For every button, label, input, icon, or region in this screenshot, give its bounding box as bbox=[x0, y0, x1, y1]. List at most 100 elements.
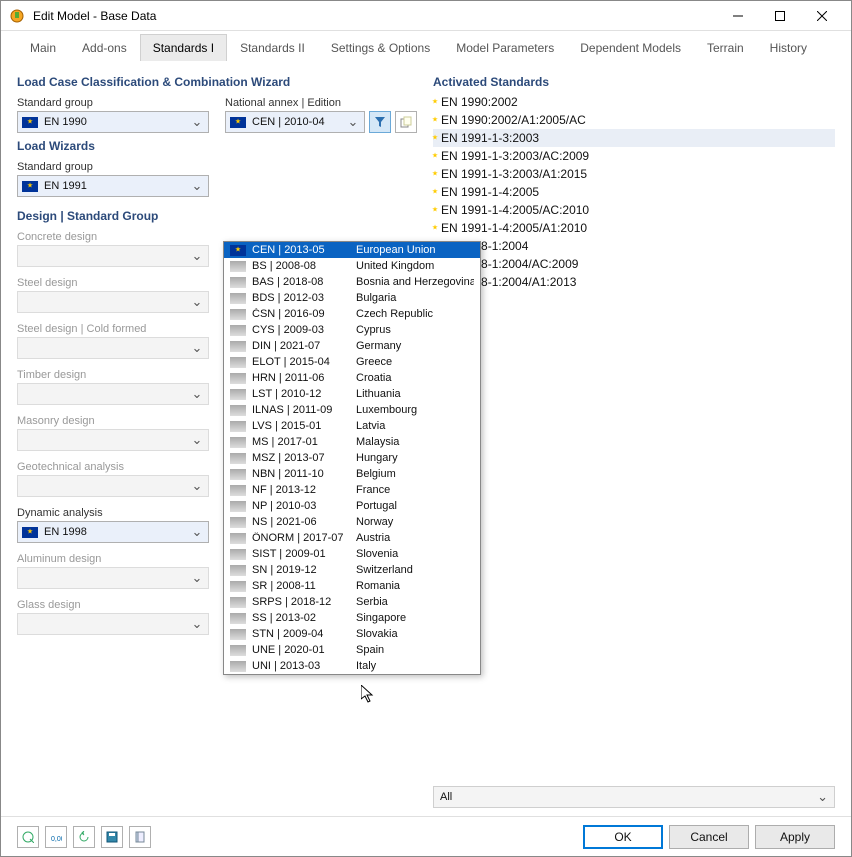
tool-default-button[interactable] bbox=[129, 826, 151, 848]
tool-units-button[interactable]: 0,00 bbox=[45, 826, 67, 848]
lw-standard-combo[interactable]: EN 1991 ⌄ bbox=[17, 175, 209, 197]
activated-standard-item[interactable]: EN 1990:2002/A1:2005/AC bbox=[433, 111, 835, 129]
tool-help-button[interactable] bbox=[17, 826, 39, 848]
flag-icon bbox=[230, 293, 246, 304]
flag-icon bbox=[230, 517, 246, 528]
dropdown-item[interactable]: SR | 2008-11Romania bbox=[224, 578, 480, 594]
chevron-down-icon: ⌄ bbox=[190, 294, 204, 310]
activated-standard-item[interactable]: EN 1991-1-4:2005/AC:2010 bbox=[433, 201, 835, 219]
dropdown-item[interactable]: ÖNORM | 2017-07Austria bbox=[224, 530, 480, 546]
design-group-label: Glass design bbox=[17, 599, 209, 611]
tab-dependent-models[interactable]: Dependent Models bbox=[567, 34, 694, 61]
dropdown-item[interactable]: UNI | 2013-03Italy bbox=[224, 658, 480, 674]
tab-add-ons[interactable]: Add-ons bbox=[69, 34, 140, 61]
filter-button[interactable] bbox=[369, 111, 391, 133]
dropdown-item[interactable]: DIN | 2021-07Germany bbox=[224, 338, 480, 354]
design-group-combo: ⌄ bbox=[17, 291, 209, 313]
design-group-combo[interactable]: EN 1998⌄ bbox=[17, 521, 209, 543]
activated-standards-title: Activated Standards bbox=[433, 75, 835, 89]
design-group-label: Geotechnical analysis bbox=[17, 461, 209, 473]
dropdown-item[interactable]: STN | 2009-04Slovakia bbox=[224, 626, 480, 642]
flag-icon bbox=[230, 421, 246, 432]
chevron-down-icon: ⌄ bbox=[817, 789, 828, 805]
dropdown-item[interactable]: MS | 2017-01Malaysia bbox=[224, 434, 480, 450]
dropdown-item[interactable]: SS | 2013-02Singapore bbox=[224, 610, 480, 626]
design-group-combo: ⌄ bbox=[17, 475, 209, 497]
flag-icon bbox=[230, 357, 246, 368]
dropdown-item[interactable]: NS | 2021-06Norway bbox=[224, 514, 480, 530]
flag-icon bbox=[230, 645, 246, 656]
flag-icon bbox=[230, 341, 246, 352]
dropdown-item[interactable]: UNE | 2020-01Spain bbox=[224, 642, 480, 658]
tool-save-button[interactable] bbox=[101, 826, 123, 848]
copy-button[interactable] bbox=[395, 111, 417, 133]
dropdown-item[interactable]: ČSN | 2016-09Czech Republic bbox=[224, 306, 480, 322]
design-group-combo: ⌄ bbox=[17, 337, 209, 359]
design-group-label: Concrete design bbox=[17, 231, 209, 243]
dropdown-item[interactable]: BDS | 2012-03Bulgaria bbox=[224, 290, 480, 306]
dropdown-item[interactable]: SIST | 2009-01Slovenia bbox=[224, 546, 480, 562]
chevron-down-icon: ⌄ bbox=[190, 432, 204, 448]
dropdown-item[interactable]: BAS | 2018-08Bosnia and Herzegovina bbox=[224, 274, 480, 290]
activated-standard-item[interactable]: EN 1991-1-3:2003/AC:2009 bbox=[433, 147, 835, 165]
design-group-label: Dynamic analysis bbox=[17, 507, 209, 519]
dropdown-item[interactable]: LST | 2010-12Lithuania bbox=[224, 386, 480, 402]
chevron-down-icon: ⌄ bbox=[190, 616, 204, 632]
activated-standard-item[interactable]: EN 1990:2002 bbox=[433, 93, 835, 111]
tab-standards-i[interactable]: Standards I bbox=[140, 34, 227, 61]
activated-standard-item[interactable]: EN 1991-1-3:2003 bbox=[433, 129, 835, 147]
activated-standard-item[interactable]: EN 1991-1-3:2003/A1:2015 bbox=[433, 165, 835, 183]
tool-reset-button[interactable] bbox=[73, 826, 95, 848]
activated-standard-item[interactable]: EN 1998-1:2004 bbox=[433, 237, 835, 255]
standard-group-combo[interactable]: EN 1990 ⌄ bbox=[17, 111, 209, 133]
svg-text:0,00: 0,00 bbox=[51, 836, 62, 843]
dropdown-item[interactable]: NF | 2013-12France bbox=[224, 482, 480, 498]
tab-model-parameters[interactable]: Model Parameters bbox=[443, 34, 567, 61]
activated-standard-item[interactable]: EN 1998-1:2004/A1:2013 bbox=[433, 273, 835, 291]
tab-main[interactable]: Main bbox=[17, 34, 69, 61]
activated-standards-list: EN 1990:2002EN 1990:2002/A1:2005/ACEN 19… bbox=[433, 93, 835, 291]
dropdown-item[interactable]: NBN | 2011-10Belgium bbox=[224, 466, 480, 482]
close-button[interactable] bbox=[801, 1, 843, 31]
dropdown-item[interactable]: ILNAS | 2011-09Luxembourg bbox=[224, 402, 480, 418]
dropdown-item[interactable]: HRN | 2011-06Croatia bbox=[224, 370, 480, 386]
tab-strip: MainAdd-onsStandards IStandards IISettin… bbox=[1, 31, 851, 61]
activated-standard-item[interactable]: EN 1991-1-4:2005 bbox=[433, 183, 835, 201]
national-annex-label: National annex | Edition bbox=[225, 97, 417, 109]
dropdown-item[interactable]: NP | 2010-03Portugal bbox=[224, 498, 480, 514]
dropdown-item[interactable]: ELOT | 2015-04Greece bbox=[224, 354, 480, 370]
minimize-button[interactable] bbox=[717, 1, 759, 31]
national-annex-combo[interactable]: CEN | 2010-04 ⌄ bbox=[225, 111, 365, 133]
section-load-wizards: Load Wizards bbox=[17, 139, 417, 153]
design-group-label: Masonry design bbox=[17, 415, 209, 427]
dropdown-item[interactable]: LVS | 2015-01Latvia bbox=[224, 418, 480, 434]
activated-standard-item[interactable]: EN 1998-1:2004/AC:2009 bbox=[433, 255, 835, 273]
annex-dropdown-popup[interactable]: CEN | 2013-05European UnionBS | 2008-08U… bbox=[223, 241, 481, 675]
tab-terrain[interactable]: Terrain bbox=[694, 34, 757, 61]
dropdown-item[interactable]: SN | 2019-12Switzerland bbox=[224, 562, 480, 578]
cancel-button[interactable]: Cancel bbox=[669, 825, 749, 849]
ok-button[interactable]: OK bbox=[583, 825, 663, 849]
dialog-footer: 0,00 OK Cancel Apply bbox=[1, 816, 851, 856]
dropdown-item[interactable]: CYS | 2009-03Cyprus bbox=[224, 322, 480, 338]
flag-icon bbox=[230, 389, 246, 400]
dropdown-item[interactable]: CEN | 2013-05European Union bbox=[224, 242, 480, 258]
tab-history[interactable]: History bbox=[757, 34, 820, 61]
activated-standard-item[interactable]: EN 1991-1-4:2005/A1:2010 bbox=[433, 219, 835, 237]
flag-icon bbox=[230, 261, 246, 272]
lw-standard-group-label: Standard group bbox=[17, 161, 209, 173]
tab-standards-ii[interactable]: Standards II bbox=[227, 34, 318, 61]
design-group-combo: ⌄ bbox=[17, 613, 209, 635]
chevron-down-icon: ⌄ bbox=[190, 178, 204, 194]
flag-icon bbox=[230, 309, 246, 320]
apply-button[interactable]: Apply bbox=[755, 825, 835, 849]
maximize-button[interactable] bbox=[759, 1, 801, 31]
filter-all-combo[interactable]: All ⌄ bbox=[433, 786, 835, 808]
eu-flag-icon bbox=[22, 117, 38, 128]
tab-settings-options[interactable]: Settings & Options bbox=[318, 34, 443, 61]
dropdown-item[interactable]: SRPS | 2018-12Serbia bbox=[224, 594, 480, 610]
flag-icon bbox=[230, 581, 246, 592]
dropdown-item[interactable]: BS | 2008-08United Kingdom bbox=[224, 258, 480, 274]
dropdown-item[interactable]: MSZ | 2013-07Hungary bbox=[224, 450, 480, 466]
chevron-down-icon: ⌄ bbox=[190, 340, 204, 356]
